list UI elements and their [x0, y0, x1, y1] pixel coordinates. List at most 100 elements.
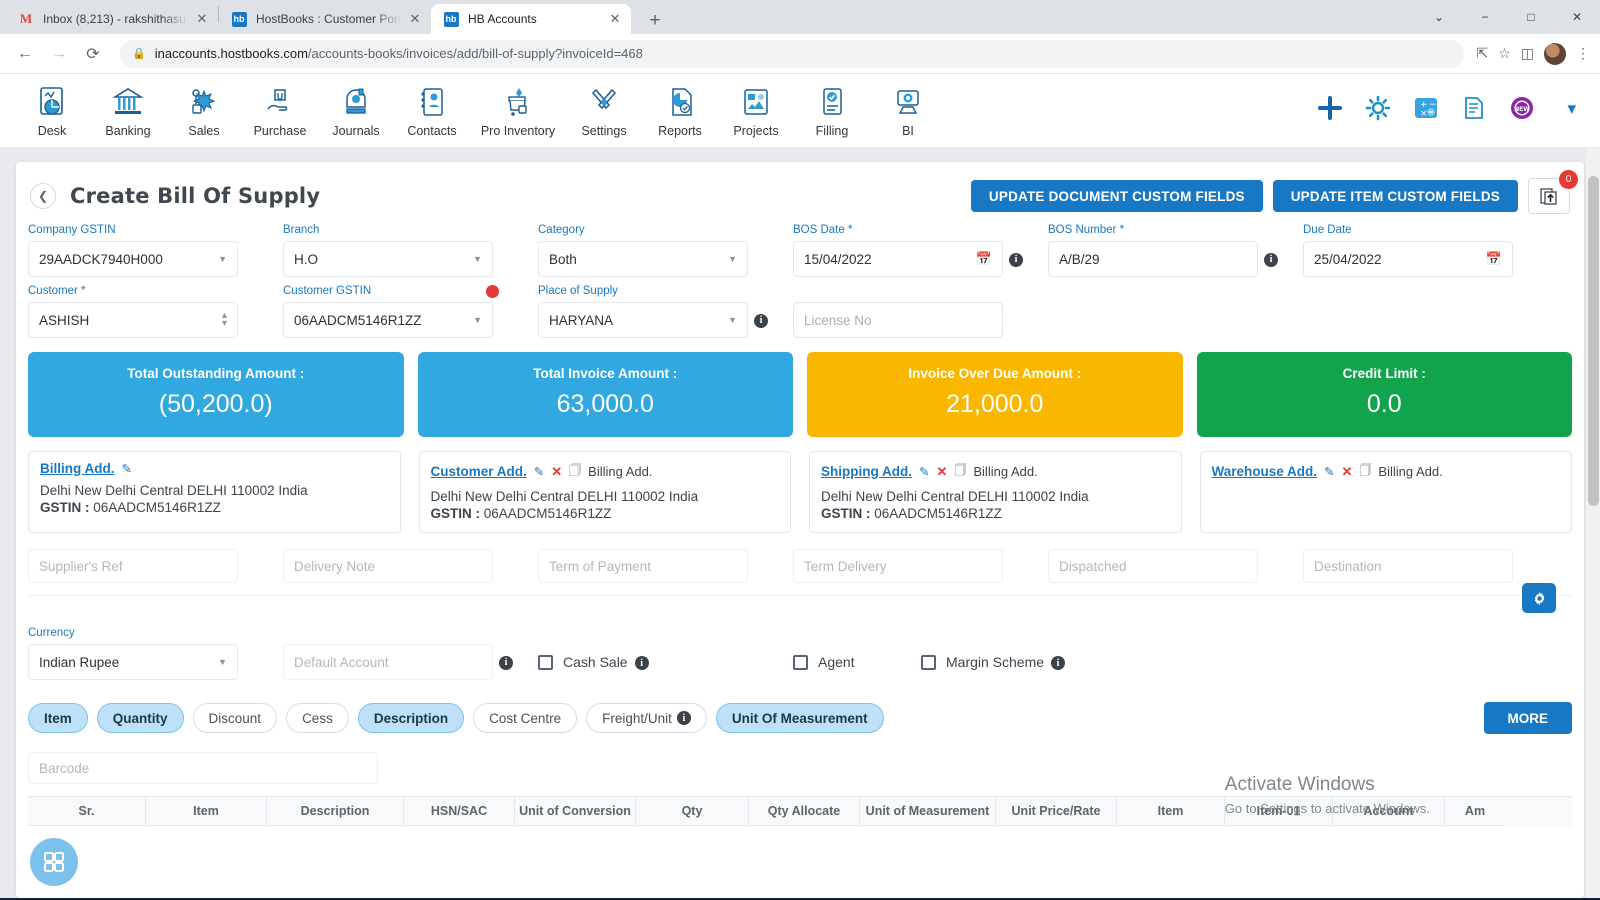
delete-icon[interactable]: ✕: [936, 464, 947, 480]
copy-from-label[interactable]: Billing Add.: [1378, 464, 1442, 479]
chip-item[interactable]: Item: [28, 703, 88, 733]
bos-number-input[interactable]: A/B/29: [1048, 241, 1258, 277]
bookmark-star-icon[interactable]: ☆: [1498, 45, 1511, 62]
barcode-input[interactable]: Barcode: [28, 752, 378, 784]
freight-info-icon[interactable]: i: [676, 711, 691, 725]
dispatched-input[interactable]: Dispatched: [1048, 549, 1258, 583]
sidebar-item-settings[interactable]: Settings: [566, 78, 642, 138]
edit-icon[interactable]: ✎: [1324, 464, 1334, 479]
minimize-button[interactable]: −: [1462, 0, 1508, 34]
address-bar[interactable]: 🔒 inaccounts.hostbooks.com/accounts-book…: [120, 39, 1465, 68]
branch-select[interactable]: H.O ▼: [283, 241, 493, 277]
copy-from-label[interactable]: Billing Add.: [973, 464, 1037, 479]
close-icon[interactable]: ✕: [607, 11, 623, 27]
margin-scheme-info-icon[interactable]: i: [1051, 654, 1066, 671]
column-header-unit-price-rate[interactable]: Unit Price/Rate: [996, 797, 1117, 826]
cash-sale-checkbox[interactable]: [538, 654, 553, 670]
browser-tab-3[interactable]: hb HB Accounts ✕: [431, 4, 631, 34]
term-of-payment-input[interactable]: Term of Payment: [538, 549, 748, 583]
place-of-supply-select[interactable]: HARYANA ▼: [538, 302, 748, 338]
bos-date-info-icon[interactable]: i: [1009, 250, 1023, 267]
more-button[interactable]: MORE: [1483, 702, 1572, 734]
cash-sale-info-icon[interactable]: i: [634, 654, 649, 671]
avatar[interactable]: [1544, 42, 1566, 65]
default-account-info-icon[interactable]: i: [499, 653, 513, 670]
category-select[interactable]: Both ▼: [538, 241, 748, 277]
back-icon[interactable]: ←: [10, 39, 40, 69]
upload-button[interactable]: 0: [1528, 170, 1578, 214]
browser-tab-1[interactable]: M Inbox (8,213) - rakshithasu@gma ✕: [6, 4, 218, 34]
maximize-button[interactable]: □: [1508, 0, 1554, 34]
scrollbar-thumb[interactable]: [1588, 176, 1599, 506]
close-window-button[interactable]: ✕: [1554, 0, 1600, 34]
chevron-down-icon[interactable]: ▾: [1567, 99, 1576, 119]
delivery-note-input[interactable]: Delivery Note: [283, 549, 493, 583]
column-header-amount[interactable]: Am: [1445, 797, 1505, 826]
chip-unit-of-measurement[interactable]: Unit Of Measurement: [715, 703, 884, 733]
browser-tab-2[interactable]: hb HostBooks : Customer Portal ✕: [219, 4, 431, 34]
update-document-custom-fields-button[interactable]: UPDATE DOCUMENT CUSTOM FIELDS: [970, 180, 1263, 212]
sidebar-item-desk[interactable]: Desk: [14, 78, 90, 138]
copy-icon[interactable]: 🗍: [569, 461, 581, 482]
currency-select[interactable]: Indian Rupee ▼: [28, 644, 238, 680]
document-icon[interactable]: [1461, 95, 1487, 124]
term-delivery-input[interactable]: Term Delivery: [793, 549, 1003, 583]
sidebar-item-bi[interactable]: BI: [870, 78, 946, 138]
sidebar-item-purchase[interactable]: Purchase: [242, 78, 318, 138]
chip-quantity[interactable]: Quantity: [96, 703, 184, 733]
chrome-menu-icon[interactable]: ⋮: [1576, 45, 1590, 62]
edit-icon[interactable]: ✎: [919, 464, 929, 479]
copy-icon[interactable]: 🗍: [954, 461, 966, 482]
delete-icon[interactable]: ✕: [1342, 464, 1353, 480]
settings-fab-button[interactable]: [1522, 583, 1556, 613]
shipping-address-link[interactable]: Shipping Add.: [821, 464, 912, 479]
place-of-supply-info-icon[interactable]: i: [754, 311, 768, 328]
plus-icon[interactable]: [1317, 95, 1343, 124]
copy-icon[interactable]: 🗍: [1359, 461, 1371, 482]
warehouse-address-link[interactable]: Warehouse Add.: [1212, 464, 1318, 479]
column-header-sr[interactable]: Sr.: [28, 797, 146, 826]
edit-icon[interactable]: ✎: [122, 461, 132, 476]
sidepanel-icon[interactable]: ◫: [1521, 45, 1534, 62]
destination-input[interactable]: Destination: [1303, 549, 1513, 583]
column-header-unit-of-conversion[interactable]: Unit of Conversion: [515, 797, 636, 826]
gear-icon[interactable]: [1365, 95, 1391, 124]
forward-icon[interactable]: →: [44, 39, 74, 69]
customer-gstin-select[interactable]: 06AADCM5146R1ZZ ▼: [283, 302, 493, 338]
page-scrollbar[interactable]: [1586, 148, 1600, 898]
chip-discount[interactable]: Discount: [192, 703, 278, 733]
column-header-description[interactable]: Description: [267, 797, 404, 826]
new-badge-icon[interactable]: NEW: [1509, 95, 1535, 124]
agent-checkbox[interactable]: [793, 654, 808, 670]
sidebar-item-pro-inventory[interactable]: Pro Inventory: [470, 78, 566, 138]
chip-cost-centre[interactable]: Cost Centre: [473, 703, 578, 733]
column-header-item-custom[interactable]: Item: [1117, 797, 1225, 826]
sidebar-item-filling[interactable]: Filling: [794, 78, 870, 138]
column-header-hsn-sac[interactable]: HSN/SAC: [404, 797, 515, 826]
grid-view-fab-button[interactable]: [30, 838, 78, 886]
close-icon[interactable]: ✕: [407, 11, 423, 27]
suppliers-ref-input[interactable]: Supplier's Ref: [28, 549, 238, 583]
calculator-icon[interactable]: + − ×: [1413, 95, 1439, 124]
sidebar-item-projects[interactable]: Projects: [718, 78, 794, 138]
bos-date-input[interactable]: 15/04/2022 📅: [793, 241, 1003, 277]
sidebar-item-reports[interactable]: Reports: [642, 78, 718, 138]
delete-icon[interactable]: ✕: [551, 464, 562, 480]
browser-menu-chevron[interactable]: ⌄: [1416, 0, 1462, 34]
customer-address-link[interactable]: Customer Add.: [431, 464, 527, 479]
edit-icon[interactable]: ✎: [534, 464, 544, 479]
margin-scheme-checkbox[interactable]: [921, 654, 936, 670]
new-tab-button[interactable]: +: [641, 11, 669, 30]
column-header-qty-allocate[interactable]: Qty Allocate: [749, 797, 860, 826]
customer-input[interactable]: ASHISH ▴ ▾: [28, 302, 238, 338]
chip-description[interactable]: Description: [357, 703, 465, 733]
copy-from-label[interactable]: Billing Add.: [588, 464, 652, 479]
calendar-icon[interactable]: 📅: [1486, 251, 1502, 267]
due-date-input[interactable]: 25/04/2022 📅: [1303, 241, 1513, 277]
stepper-icon[interactable]: ▴ ▾: [222, 311, 227, 329]
share-icon[interactable]: ⇱: [1476, 45, 1488, 62]
column-header-item[interactable]: Item: [146, 797, 267, 826]
bos-number-info-icon[interactable]: i: [1264, 250, 1278, 267]
sidebar-item-contacts[interactable]: Contacts: [394, 78, 470, 138]
back-chevron-icon[interactable]: ❮: [30, 183, 56, 209]
